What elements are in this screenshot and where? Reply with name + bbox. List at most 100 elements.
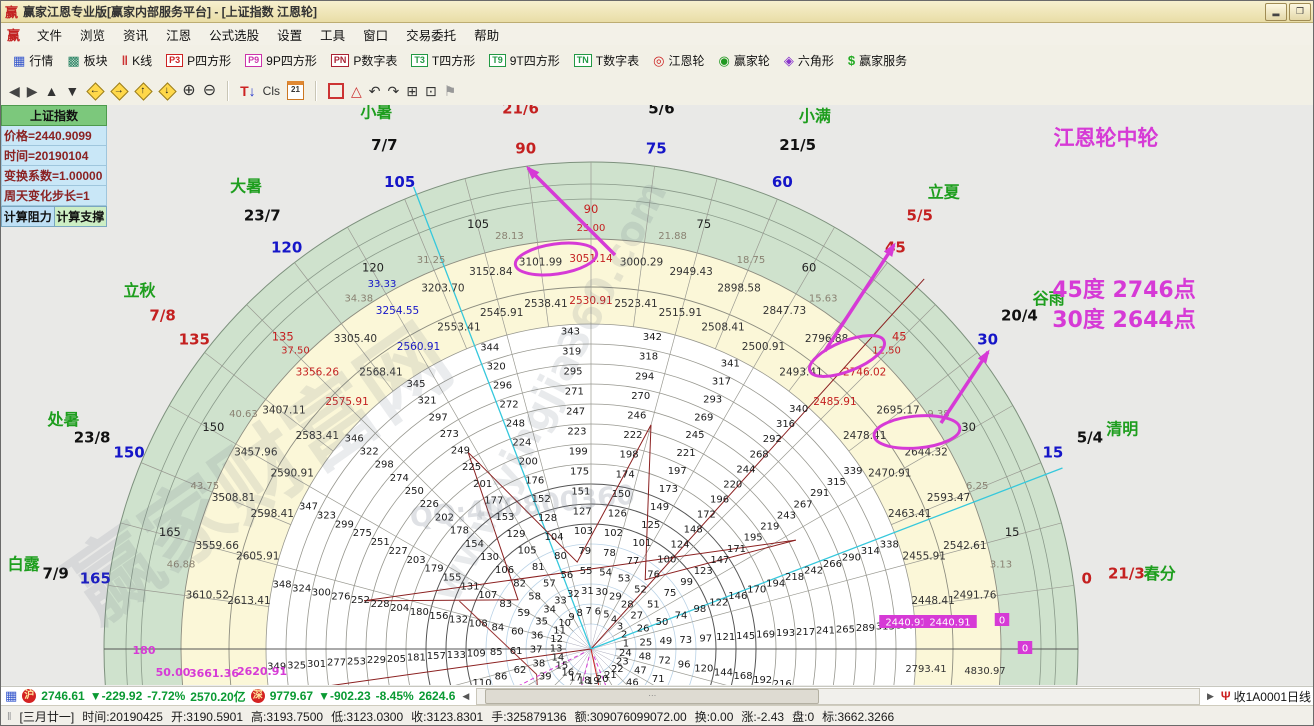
scroll-left-arrow[interactable]: ◀ — [460, 691, 471, 702]
svg-text:74: 74 — [675, 610, 688, 621]
toolbar-button-12[interactable]: $赢家服务 — [842, 50, 913, 71]
svg-text:30: 30 — [595, 587, 608, 598]
svg-text:28.13: 28.13 — [495, 231, 524, 242]
menu-news[interactable]: 资讯 — [114, 22, 157, 47]
toolbar-button-0[interactable]: ▦行情 — [7, 50, 59, 71]
toolbar-button-9[interactable]: ◎江恩轮 — [647, 50, 710, 71]
svg-text:96: 96 — [678, 660, 691, 671]
svg-text:白露: 白露 — [8, 554, 41, 573]
toolbar-button-7[interactable]: T99T四方形 — [483, 50, 566, 71]
cls-button[interactable]: Cls — [263, 81, 280, 101]
svg-text:193: 193 — [776, 628, 795, 639]
scrollbar-thumb[interactable]: ⋯ — [485, 689, 819, 704]
gann-wheel-chart[interactable]: 1234567891011121314151617181920212223242… — [1, 105, 1314, 685]
svg-text:342: 342 — [643, 332, 662, 343]
minimize-button[interactable]: ▂ — [1265, 3, 1287, 21]
menu-gann[interactable]: 江恩 — [157, 22, 200, 47]
svg-text:15.63: 15.63 — [809, 293, 838, 304]
svg-text:221: 221 — [677, 448, 696, 459]
svg-text:7/8: 7/8 — [149, 306, 175, 324]
toolbar-button-1[interactable]: ▩ 板块 — [61, 50, 113, 71]
quote-grid-icon[interactable]: ▦ — [5, 688, 17, 704]
svg-text:2491.76: 2491.76 — [953, 589, 997, 601]
menu-window[interactable]: 窗口 — [354, 22, 397, 47]
toolbar-button-label: 板块 — [84, 52, 108, 69]
svg-text:223: 223 — [567, 426, 586, 437]
P数字表-icon: PN — [331, 54, 350, 67]
restore-button[interactable]: ❐ — [1289, 3, 1311, 21]
drawing-toolbar: ◀ ▶ ▲ ▼ ← → ↑ ↓ ⊕ ⊖ T↓ Cls 21 △ ↶ ↷ ⊞ ⊡ … — [1, 76, 1314, 106]
scroll-right-arrow[interactable]: ▶ — [1205, 691, 1216, 702]
menu-file[interactable]: 文件 — [28, 22, 71, 47]
svg-text:105: 105 — [467, 217, 489, 231]
svg-text:21/3: 21/3 — [1108, 565, 1145, 583]
t-chart-button[interactable]: T↓ — [240, 81, 256, 101]
square-tool-button[interactable] — [328, 83, 344, 99]
triangle-tool-button[interactable]: △ — [351, 81, 362, 101]
app-window: 赢 赢家江恩专业版[赢家内部服务平台] - [上证指数 江恩轮] ▂ ❐ 赢 文… — [0, 0, 1314, 726]
toolbar-button-label: T数字表 — [596, 52, 639, 69]
svg-text:222: 222 — [623, 430, 642, 441]
rotate-left-button[interactable]: ← — [86, 82, 103, 99]
svg-text:7: 7 — [586, 606, 592, 617]
svg-text:2847.73: 2847.73 — [763, 305, 806, 317]
menu-tools[interactable]: 工具 — [311, 22, 354, 47]
svg-text:249: 249 — [451, 446, 470, 457]
calc-resistance-button[interactable]: 计算阻力 — [1, 206, 55, 227]
pan-left-button[interactable]: ◀ — [9, 81, 20, 101]
shrink-button[interactable]: ⊡ — [425, 81, 437, 101]
toolbar-button-6[interactable]: T3T四方形 — [405, 50, 481, 71]
pan-down-button[interactable]: ▼ — [65, 81, 79, 101]
menu-settings[interactable]: 设置 — [268, 22, 311, 47]
pan-up-button[interactable]: ▲ — [45, 81, 59, 101]
toolbar-button-label: 赢家服务 — [859, 52, 907, 69]
rotate-right-button[interactable]: → — [110, 82, 127, 99]
svg-text:292: 292 — [763, 434, 782, 445]
pin-button[interactable]: ⚑ — [444, 81, 457, 101]
app-logo-icon: 赢 — [5, 2, 18, 21]
svg-text:301: 301 — [307, 659, 326, 670]
menu-help[interactable]: 帮助 — [465, 22, 508, 47]
板块-icon: ▩ — [67, 53, 79, 69]
toolbar-button-4[interactable]: P99P四方形 — [239, 50, 323, 71]
horizontal-scrollbar[interactable]: ⋯ — [476, 688, 1200, 705]
zoom-out-icon[interactable]: ⊖ — [203, 81, 216, 101]
toolbar-button-10[interactable]: ◉赢家轮 — [712, 50, 775, 71]
rotate-up-button[interactable]: ↑ — [134, 82, 151, 99]
rotate-cw-button[interactable]: ↷ — [388, 81, 400, 101]
svg-text:105: 105 — [384, 173, 415, 191]
calc-support-button[interactable]: 计算支撑 — [55, 206, 108, 227]
price-row: 价格=2440.9099 — [1, 126, 107, 146]
menu-formula-stockpick[interactable]: 公式选股 — [200, 22, 268, 47]
svg-text:218: 218 — [785, 572, 804, 583]
toolbar-button-11[interactable]: ◈六角形 — [778, 50, 840, 71]
svg-text:147: 147 — [710, 555, 729, 566]
svg-text:79: 79 — [578, 546, 591, 557]
bar-volume: 手:325879136 — [491, 708, 566, 725]
svg-text:2470.91: 2470.91 — [868, 468, 911, 480]
menu-trade[interactable]: 交易委托 — [397, 22, 465, 47]
toolbar-button-label: 9T四方形 — [510, 52, 560, 69]
svg-text:300: 300 — [312, 587, 331, 598]
svg-text:23/7: 23/7 — [244, 207, 281, 225]
rotate-down-button[interactable]: ↓ — [158, 82, 175, 99]
pan-right-button[interactable]: ▶ — [27, 81, 38, 101]
sh-index-price: 2746.61 — [41, 689, 84, 703]
svg-text:51: 51 — [647, 599, 660, 610]
svg-text:73: 73 — [679, 635, 692, 646]
toolbar-button-3[interactable]: P3P四方形 — [160, 50, 237, 71]
toolbar-button-5[interactable]: PNP数字表 — [325, 50, 404, 71]
expand-button[interactable]: ⊞ — [406, 81, 418, 101]
svg-text:204: 204 — [390, 603, 409, 614]
svg-text:265: 265 — [836, 624, 855, 635]
svg-text:148: 148 — [684, 524, 703, 535]
toolbar-button-8[interactable]: TNT数字表 — [568, 50, 645, 71]
toolbar-button-2[interactable]: ‖K线 — [116, 50, 158, 71]
zoom-in-icon[interactable]: ⊕ — [182, 81, 195, 101]
svg-text:217: 217 — [796, 627, 815, 638]
menu-browse[interactable]: 浏览 — [71, 22, 114, 47]
svg-text:293: 293 — [703, 394, 722, 405]
lunar-date: [三月廿一] — [20, 708, 75, 725]
rotate-ccw-button[interactable]: ↶ — [369, 81, 381, 101]
calendar-icon[interactable]: 21 — [287, 81, 304, 100]
